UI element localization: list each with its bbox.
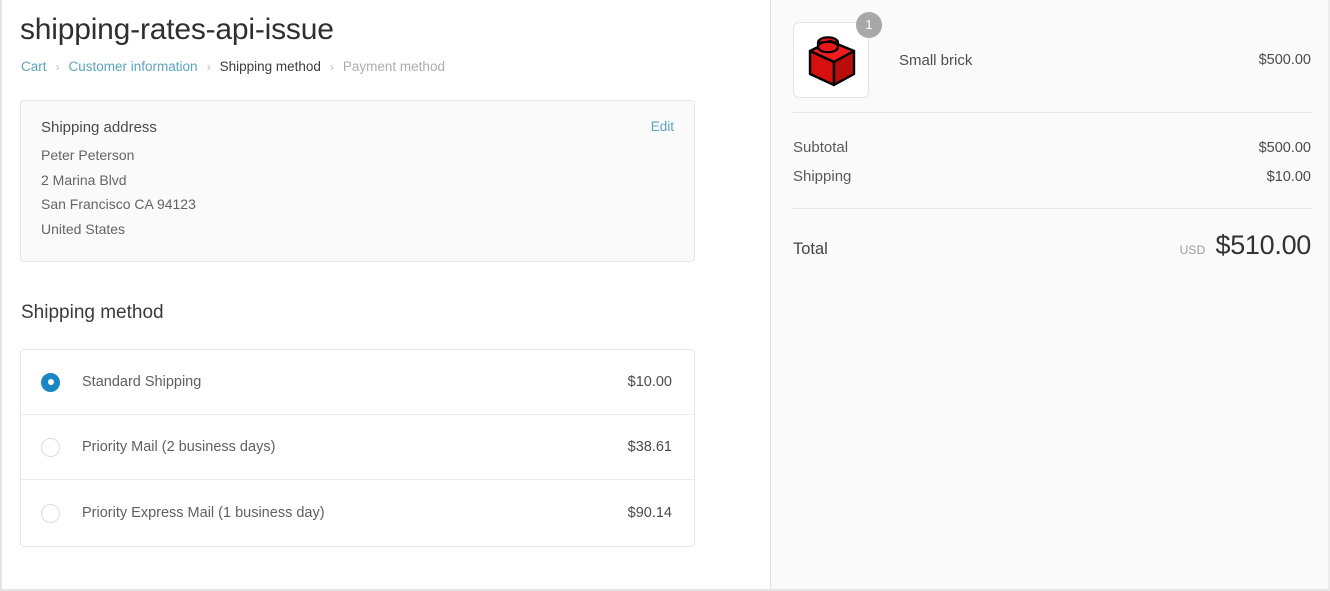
checkout-page: shipping-rates-api-issue Cart › Customer… [0,0,1330,591]
breadcrumb-item-shipping-method: Shipping method [219,59,321,74]
shipping-address-title: Shipping address [41,119,157,136]
breadcrumb-item-customer-information[interactable]: Customer information [69,59,198,74]
shipping-option-label: Priority Express Mail (1 business day) [82,505,325,522]
chevron-right-icon: › [55,59,60,74]
breadcrumb: Cart › Customer information › Shipping m… [21,59,752,74]
order-item-thumbnail-wrap: 1 [793,12,882,98]
order-item-quantity-badge: 1 [856,12,882,38]
total-amount: $510.00 [1215,230,1312,260]
total-currency: USD [1179,243,1206,257]
shipping-option-priority-express-mail[interactable]: Priority Express Mail (1 business day) $… [21,480,694,546]
shipping-address-card: Shipping address Edit Peter Peterson 2 M… [20,100,695,263]
address-line: Peter Peterson [41,147,135,163]
shipping-option-price: $10.00 [627,374,672,391]
shipping-amount: $10.00 [1266,169,1311,185]
edit-address-link[interactable]: Edit [651,119,674,134]
shipping-option-standard[interactable]: Standard Shipping $10.00 [21,350,694,416]
shipping-option-label: Priority Mail (2 business days) [82,439,276,456]
shipping-address-header: Shipping address Edit [41,119,674,136]
shipping-label: Shipping [793,168,852,185]
subtotal-amount: $500.00 [1258,140,1311,156]
total-divider [793,208,1312,209]
subtotal-row: Subtotal $500.00 [793,133,1312,162]
radio-priority-express-mail[interactable] [41,503,60,523]
total-value-group: USD $510.00 [1179,230,1312,261]
order-item-name: Small brick [899,51,973,69]
address-line: United States [41,220,126,237]
page-title: shipping-rates-api-issue [20,13,334,46]
shipping-method-options: Standard Shipping $10.00 Priority Mail (… [20,349,695,548]
order-summary-panel: 1 Small brick $500.00 Subtotal $500.00 S… [771,0,1328,589]
shipping-option-price: $90.14 [627,505,672,522]
shipping-method-heading: Shipping method [21,302,164,324]
shipping-option-priority-mail[interactable]: Priority Mail (2 business days) $38.61 [21,415,694,481]
shipping-address-lines: Peter Peterson 2 Marina Blvd San Francis… [41,143,674,241]
order-item-thumbnail [793,22,869,98]
chevron-right-icon: › [329,59,334,74]
subtotal-label: Subtotal [793,139,849,156]
grand-total-row: Total USD $510.00 [793,230,1312,261]
order-item-price: $500.00 [1258,52,1311,68]
checkout-main-column: shipping-rates-api-issue Cart › Customer… [2,0,771,589]
address-line: 2 Marina Blvd [41,171,127,188]
chevron-right-icon: › [206,59,211,74]
total-label: Total [793,240,828,258]
breadcrumb-item-payment-method: Payment method [342,59,445,74]
radio-priority-mail[interactable] [41,437,60,457]
shipping-option-label: Standard Shipping [82,374,202,391]
breadcrumb-item-cart[interactable]: Cart [21,59,47,74]
red-lego-brick-icon [808,36,856,87]
shipping-option-price: $38.61 [627,439,672,456]
shipping-row: Shipping $10.00 [793,162,1312,191]
address-line: San Francisco CA 94123 [41,196,196,213]
order-item-row: 1 Small brick $500.00 [793,0,1312,104]
order-totals: Subtotal $500.00 Shipping $10.00 [793,113,1312,191]
radio-standard-shipping[interactable] [41,372,60,392]
